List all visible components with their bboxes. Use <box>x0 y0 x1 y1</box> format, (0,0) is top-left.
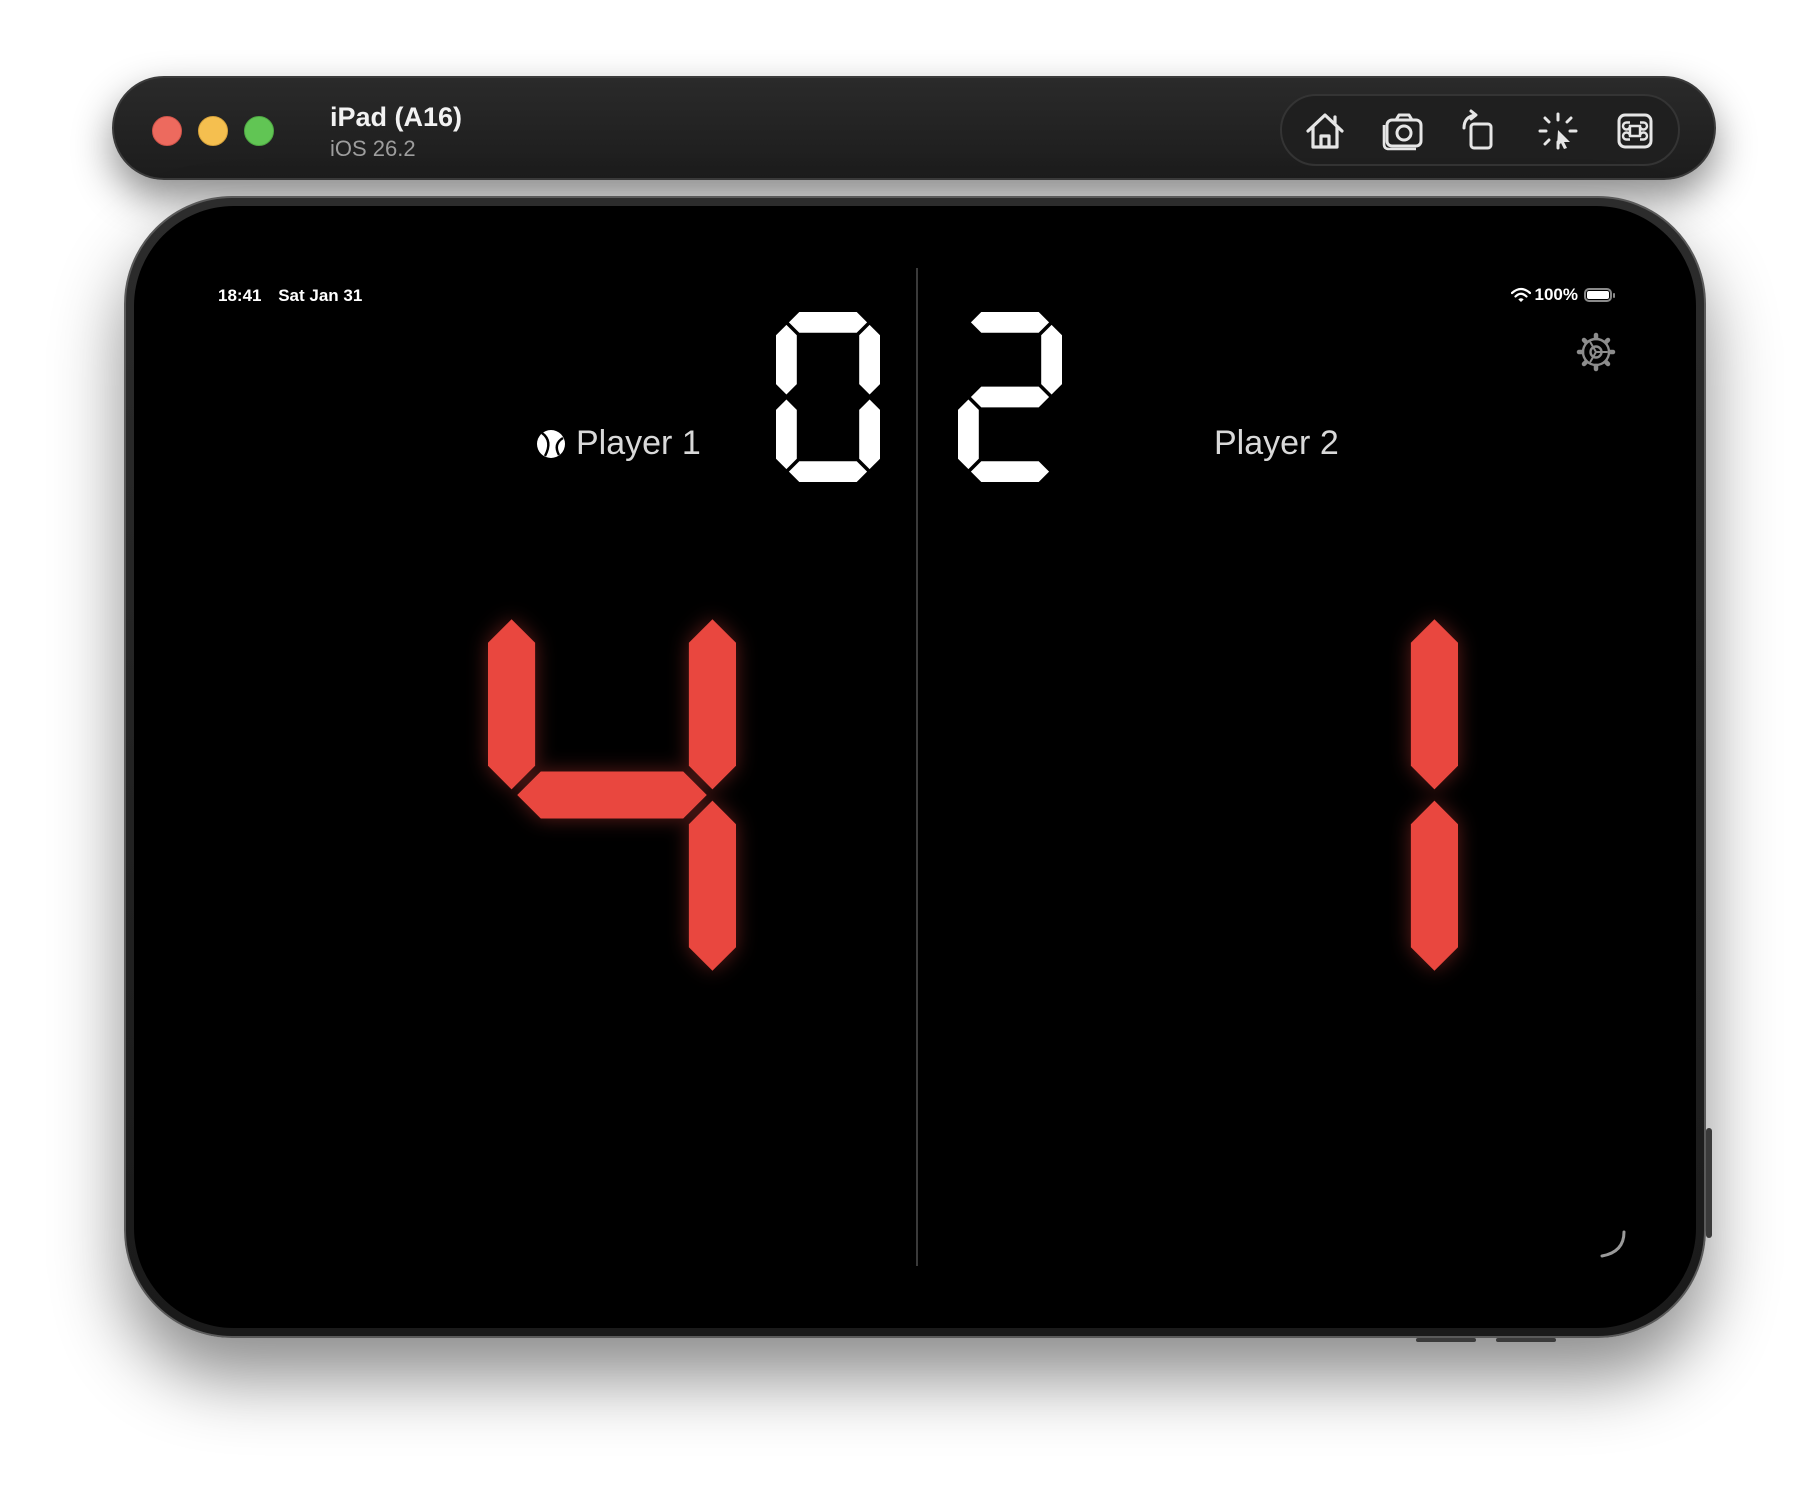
os-version: iOS 26.2 <box>330 136 416 161</box>
player2-points-segment-c <box>1410 800 1458 971</box>
battery-percent: 100% <box>1534 285 1578 304</box>
player2-sets-segment-b <box>1041 324 1062 395</box>
player2-points-segment-b <box>1410 619 1458 790</box>
player2-label[interactable]: Player 2 <box>1214 424 1339 463</box>
toolbar-actions <box>1280 94 1680 166</box>
player1-sets-display[interactable] <box>776 312 880 482</box>
zoom-window-button[interactable] <box>244 116 274 146</box>
screenshot-icon <box>1382 113 1423 151</box>
player2-sets-segment-g <box>970 386 1050 408</box>
shake-button[interactable] <box>1534 108 1580 154</box>
player1-sets-segment-c <box>859 399 880 470</box>
wifi-icon <box>1510 287 1531 302</box>
volume-button <box>1706 1128 1712 1238</box>
player1-sets-digit <box>776 312 880 482</box>
player2-points-display[interactable] <box>1210 590 1458 1000</box>
player2-sets-display[interactable] <box>958 312 1062 482</box>
player2-name: Player 2 <box>1214 424 1339 462</box>
corner-resize-indicator <box>1600 1230 1626 1258</box>
battery-icon <box>1584 288 1615 302</box>
player1-points-digit <box>488 619 736 971</box>
bottom-button <box>1416 1338 1476 1342</box>
ball-icon <box>537 429 565 458</box>
shake-icon <box>1538 112 1578 150</box>
status-bar-right: 100% <box>1510 283 1615 307</box>
rotate-button[interactable] <box>1456 108 1502 154</box>
keyboard-shortcuts-button[interactable] <box>1612 108 1658 154</box>
rotate-icon <box>1462 109 1493 150</box>
player1-sets-segment-a <box>788 312 868 333</box>
status-bar-left: 18:41 Sat Jan 31 <box>218 286 362 306</box>
player1-points-segment-b <box>688 619 736 790</box>
home-button[interactable] <box>1302 108 1348 154</box>
ipad-device-frame: 18:41 Sat Jan 31 100% Player 1 Player 2 <box>124 196 1712 1342</box>
player2-sets-segment-d <box>970 461 1050 482</box>
player2-sets-segment-a <box>970 312 1050 333</box>
player1-sets-segment-f <box>776 324 797 395</box>
status-time: 18:41 <box>218 286 262 305</box>
status-date: Sat Jan 31 <box>278 286 363 305</box>
player1-points-display[interactable] <box>488 590 736 1000</box>
player1-points-segment-f <box>488 619 536 790</box>
score-divider <box>916 268 918 1266</box>
player2-points-digit <box>1410 619 1458 971</box>
device-screen[interactable]: 18:41 Sat Jan 31 100% Player 1 Player 2 <box>134 206 1696 1328</box>
player1-points-segment-c <box>688 800 736 971</box>
command-icon <box>1617 113 1653 149</box>
player1-sets-segment-e <box>776 399 797 470</box>
player2-sets-digit <box>958 312 1062 482</box>
bottom-button-2 <box>1496 1338 1556 1342</box>
minimize-window-button[interactable] <box>198 116 228 146</box>
player1-label[interactable]: Player 1 <box>536 424 701 463</box>
home-icon <box>1306 113 1344 149</box>
simulator-toolbar: iPad (A16) iOS 26.2 <box>112 76 1716 180</box>
player2-sets-segment-e <box>958 399 979 470</box>
player1-points-segment-g <box>517 771 707 819</box>
player1-sets-segment-d <box>788 461 868 482</box>
player1-sets-segment-b <box>859 324 880 395</box>
screenshot-button[interactable] <box>1380 108 1426 154</box>
close-window-button[interactable] <box>152 116 182 146</box>
device-name: iPad (A16) <box>330 102 463 132</box>
player1-name: Player 1 <box>576 424 701 462</box>
gear-icon[interactable] <box>1576 332 1616 372</box>
